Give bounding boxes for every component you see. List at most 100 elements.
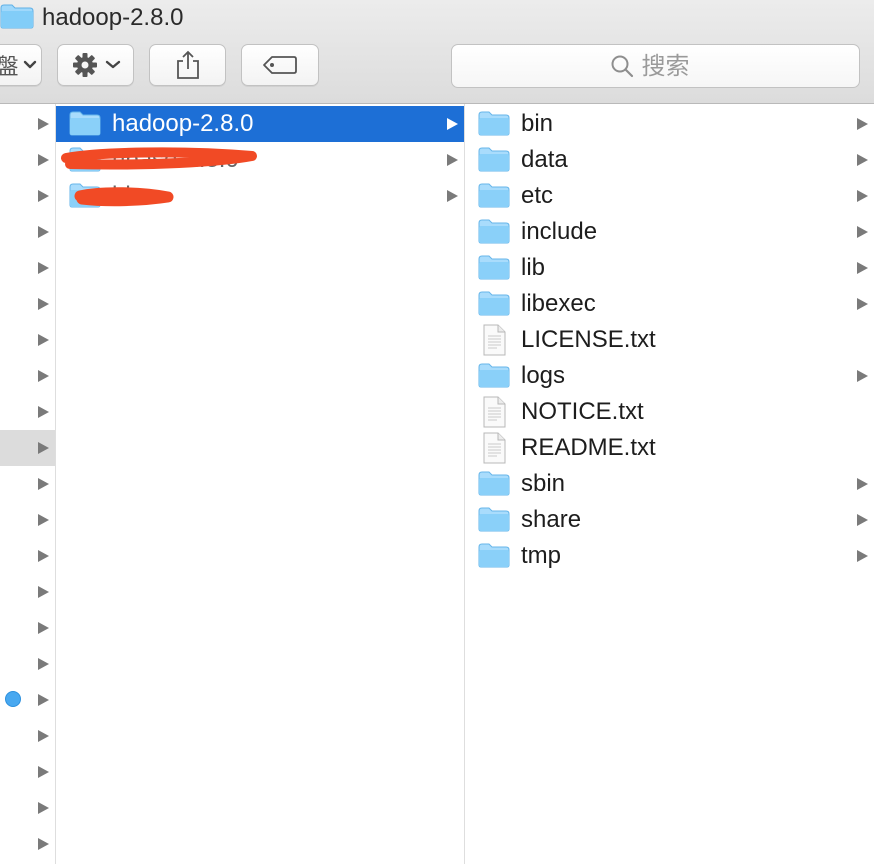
disclosure-arrow-icon — [38, 406, 49, 418]
list-item-label: etc — [521, 182, 554, 209]
folder-item[interactable]: share — [465, 502, 874, 538]
list-item-hbase[interactable]: hbase-1.3.0 — [56, 142, 464, 178]
parent-list-item[interactable] — [0, 538, 55, 574]
disclosure-arrow-icon — [447, 190, 458, 202]
list-item-label: LICENSE.txt — [521, 326, 656, 353]
parent-list-item[interactable] — [0, 790, 55, 826]
parent-list-item[interactable] — [0, 754, 55, 790]
folder-icon — [478, 542, 510, 573]
folder-icon — [478, 254, 510, 285]
folder-icon — [478, 470, 510, 501]
list-item-label: include — [521, 218, 598, 245]
folder-item[interactable]: include — [465, 214, 874, 250]
folder-icon — [0, 3, 34, 34]
parent-list-item[interactable] — [0, 826, 55, 862]
parent-list-item[interactable] — [0, 646, 55, 682]
disclosure-arrow-icon — [857, 478, 868, 490]
folder-item[interactable]: data — [465, 142, 874, 178]
parent-list-item[interactable] — [0, 358, 55, 394]
parent-list-item[interactable] — [0, 682, 55, 718]
disclosure-arrow-icon — [447, 154, 458, 166]
disclosure-arrow-icon — [857, 550, 868, 562]
list-item-label: share — [521, 506, 582, 533]
text-file-icon — [481, 324, 507, 361]
text-file-icon — [481, 396, 507, 433]
parent-list-item[interactable] — [0, 502, 55, 538]
list-item-label: hive — [112, 182, 157, 209]
folder-icon — [69, 110, 101, 141]
list-item-label: sbin — [521, 470, 566, 497]
view-glyph: 盤 — [0, 54, 19, 79]
parent-list-item[interactable] — [0, 574, 55, 610]
folder-item[interactable]: etc — [465, 178, 874, 214]
folder-icon — [69, 146, 101, 177]
parent-list-item[interactable] — [0, 178, 55, 214]
disclosure-arrow-icon — [857, 298, 868, 310]
list-item-label: hbase-1.3.0 — [112, 146, 239, 173]
window-title: hadoop-2.8.0 — [42, 4, 184, 31]
disclosure-arrow-icon — [38, 550, 49, 562]
disclosure-arrow-icon — [38, 586, 49, 598]
list-item-hive[interactable]: hive — [56, 178, 464, 214]
chevron-down-icon — [23, 60, 36, 69]
view-options-button[interactable]: 盤 — [0, 44, 42, 86]
folder-icon — [478, 110, 510, 141]
folder-item[interactable]: logs — [465, 358, 874, 394]
tag-icon — [263, 56, 297, 74]
disclosure-arrow-icon — [38, 478, 49, 490]
parent-list-item[interactable] — [0, 430, 55, 466]
disclosure-arrow-icon — [38, 118, 49, 130]
gear-icon — [72, 53, 97, 77]
action-menu-button[interactable] — [57, 44, 134, 86]
parent-list-item[interactable] — [0, 466, 55, 502]
parent-list-item[interactable] — [0, 610, 55, 646]
list-item-label: tmp — [521, 542, 562, 569]
folder-icon — [478, 146, 510, 177]
disclosure-arrow-icon — [38, 442, 49, 454]
disclosure-arrow-icon — [38, 514, 49, 526]
tag-dot-icon — [5, 691, 21, 707]
parent-list-item[interactable] — [0, 214, 55, 250]
list-item-label: hadoop-2.8.0 — [112, 110, 254, 137]
window-chrome: hadoop-2.8.0 盤 — [0, 0, 874, 104]
parent-column — [0, 104, 56, 864]
folder-icon — [69, 182, 101, 213]
disclosure-arrow-icon — [38, 262, 49, 274]
search-icon — [611, 55, 633, 78]
search-input[interactable] — [641, 52, 702, 80]
parent-list-item[interactable] — [0, 718, 55, 754]
disclosure-arrow-icon — [38, 622, 49, 634]
share-icon — [176, 50, 199, 79]
parent-list-item[interactable] — [0, 250, 55, 286]
folder-icon — [478, 506, 510, 537]
parent-list-item[interactable] — [0, 286, 55, 322]
parent-list-item[interactable] — [0, 394, 55, 430]
list-item-hadoop[interactable]: hadoop-2.8.0 — [56, 106, 464, 142]
file-item[interactable]: NOTICE.txt — [465, 394, 874, 430]
folder-item[interactable]: bin — [465, 106, 874, 142]
search-field[interactable] — [451, 44, 860, 88]
folder-item[interactable]: lib — [465, 250, 874, 286]
file-item[interactable]: LICENSE.txt — [465, 322, 874, 358]
disclosure-arrow-icon — [857, 190, 868, 202]
parent-list-item[interactable] — [0, 106, 55, 142]
list-item-label: README.txt — [521, 434, 656, 461]
disclosure-arrow-icon — [857, 154, 868, 166]
disclosure-arrow-icon — [38, 838, 49, 850]
tags-button[interactable] — [241, 44, 319, 86]
list-item-label: logs — [521, 362, 566, 389]
parent-list-item[interactable] — [0, 322, 55, 358]
title-bar: hadoop-2.8.0 — [0, 0, 183, 36]
folder-icon — [478, 182, 510, 213]
disclosure-arrow-icon — [38, 190, 49, 202]
disclosure-arrow-icon — [447, 118, 458, 130]
file-item[interactable]: README.txt — [465, 430, 874, 466]
share-button[interactable] — [149, 44, 226, 86]
disclosure-arrow-icon — [857, 370, 868, 382]
parent-list-item[interactable] — [0, 142, 55, 178]
disclosure-arrow-icon — [38, 658, 49, 670]
folder-item[interactable]: libexec — [465, 286, 874, 322]
folder-item[interactable]: tmp — [465, 538, 874, 574]
disclosure-arrow-icon — [857, 262, 868, 274]
folder-item[interactable]: sbin — [465, 466, 874, 502]
